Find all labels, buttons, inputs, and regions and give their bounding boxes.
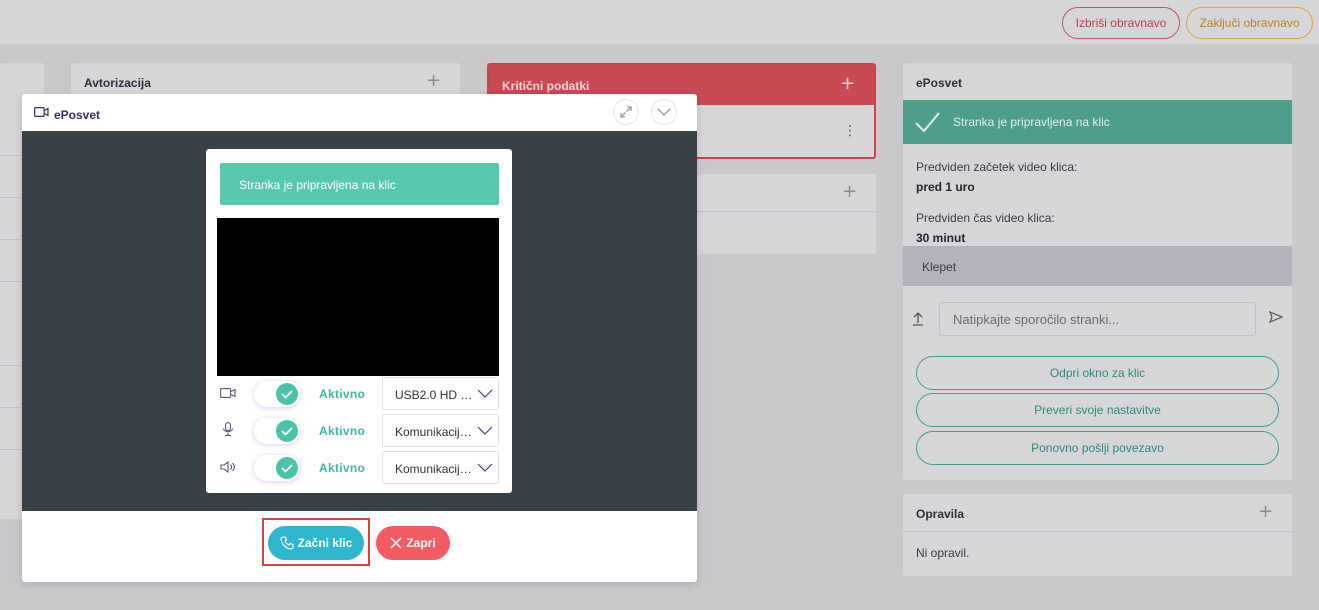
tasks-card: Opravila + Ni opravil. <box>903 494 1292 576</box>
modal-header: ePosvet <box>22 94 697 131</box>
collapse-chevron-icon[interactable] <box>651 99 677 125</box>
chat-title: Klepet <box>922 260 957 274</box>
check-icon <box>915 112 940 133</box>
microphone-icon <box>222 422 234 436</box>
modal-body: Stranka je pripravljena na klic Aktivno … <box>22 131 697 511</box>
speaker-select[interactable]: Komunikacijske naprave <box>382 451 499 484</box>
upload-icon[interactable] <box>911 310 925 326</box>
speaker-state: Aktivno <box>319 461 366 475</box>
open-call-window-button[interactable]: Odpri okno za klic <box>916 356 1279 390</box>
speaker-toggle[interactable] <box>254 455 300 481</box>
video-preview <box>217 218 499 376</box>
eposvet-status-banner: Stranka je pripravljena na klic <box>903 100 1292 144</box>
resend-link-button[interactable]: Ponovno pošlji povezavo <box>916 431 1279 465</box>
expand-icon[interactable] <box>613 99 639 125</box>
send-icon[interactable] <box>1269 310 1283 324</box>
delete-treatment-button[interactable]: Izbriši obravnavo <box>1062 7 1180 39</box>
chat-input[interactable] <box>939 302 1256 336</box>
video-camera-icon <box>34 107 49 117</box>
camera-icon <box>220 388 236 398</box>
authorization-title: Avtorizacija <box>84 76 151 90</box>
camera-toggle[interactable] <box>254 381 300 407</box>
call-preview-panel: Stranka je pripravljena na klic Aktivno … <box>206 149 512 493</box>
chevron-down-icon <box>477 463 493 472</box>
start-call-button[interactable]: Začni klic <box>268 526 364 560</box>
microphone-toggle[interactable] <box>254 418 300 444</box>
duration-value: 30 minut <box>916 231 966 245</box>
start-time-value: pred 1 uro <box>916 180 975 194</box>
camera-state: Aktivno <box>319 387 366 401</box>
add-icon[interactable]: + <box>840 73 855 94</box>
camera-select[interactable]: USB2.0 HD UVC WebCam <box>382 377 499 410</box>
ready-status-banner: Stranka je pripravljena na klic <box>220 163 499 205</box>
modal-footer: Začni klic Zapri <box>22 511 697 582</box>
chevron-down-icon <box>477 426 493 435</box>
device-row-speaker: Aktivno Komunikacijske naprave <box>206 451 512 485</box>
duration-label: Predviden čas video klica: <box>916 211 1055 225</box>
microphone-select[interactable]: Komunikacijske naprave <box>382 414 499 447</box>
eposvet-status-text: Stranka je pripravljena na klic <box>953 115 1110 129</box>
add-icon[interactable]: + <box>426 70 441 91</box>
more-options-icon[interactable]: ⋮ <box>843 123 857 139</box>
add-icon[interactable]: + <box>842 181 857 202</box>
critical-data-title: Kritični podatki <box>502 79 590 93</box>
check-settings-button[interactable]: Preveri svoje nastavitve <box>916 393 1279 427</box>
speaker-icon <box>220 461 235 473</box>
tasks-title: Opravila <box>916 507 965 521</box>
close-icon <box>390 537 402 549</box>
add-icon[interactable]: + <box>1258 501 1273 522</box>
tasks-empty-text: Ni opravil. <box>916 546 970 560</box>
eposvet-modal: ePosvet Stranka je pripravljena na klic … <box>22 94 697 582</box>
device-row-microphone: Aktivno Komunikacijske naprave <box>206 414 512 448</box>
phone-icon <box>280 536 294 550</box>
chevron-down-icon <box>477 389 493 398</box>
start-time-label: Predviden začetek video klica: <box>916 160 1078 174</box>
speaker-select-value: Komunikacijske naprave <box>395 462 477 476</box>
close-modal-button[interactable]: Zapri <box>376 526 450 560</box>
modal-title: ePosvet <box>54 108 101 122</box>
device-row-camera: Aktivno USB2.0 HD UVC WebCam <box>206 377 512 411</box>
top-bar: Izbriši obravnavo Zaključi obravnavo <box>0 0 1319 44</box>
eposvet-card-title: ePosvet <box>916 76 963 90</box>
camera-select-value: USB2.0 HD UVC WebCam <box>395 388 477 402</box>
start-call-label: Začni klic <box>297 536 353 550</box>
chat-header: Klepet <box>903 246 1292 286</box>
microphone-state: Aktivno <box>319 424 366 438</box>
microphone-select-value: Komunikacijske naprave <box>395 425 477 439</box>
close-modal-label: Zapri <box>406 536 436 550</box>
close-treatment-button[interactable]: Zaključi obravnavo <box>1186 7 1313 39</box>
